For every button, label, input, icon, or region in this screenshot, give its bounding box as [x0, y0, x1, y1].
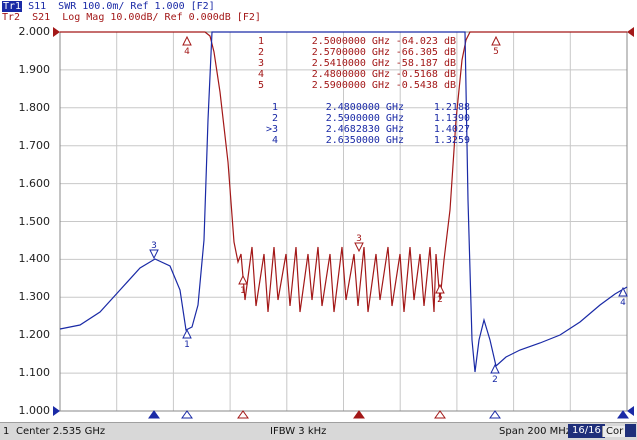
axis-marker-tick [617, 410, 629, 419]
marker-row: 2 2.5900000 GHz 1.1390 [258, 113, 470, 124]
span-value[interactable]: Span 200 MHz [499, 426, 571, 437]
marker-frequency: 2.5700000 GHz [311, 47, 390, 58]
axis-marker-tick [489, 410, 501, 419]
axis-marker-tick [353, 410, 365, 419]
marker-row: 2 2.5700000 GHz -66.305 dB [244, 47, 456, 58]
s11-marker-2-label: 2 [492, 375, 498, 385]
s21-marker-1-label: 1 [240, 286, 246, 296]
s21-marker-3-label: 3 [356, 234, 362, 244]
marker-value: 1.3259 [433, 135, 470, 146]
marker-number: 4 [271, 135, 278, 146]
axis-marker-tick [181, 410, 193, 419]
s11-ref-arrow-right [627, 406, 634, 416]
trace1-settings: S11 SWR 100.0m/ Ref 1.000 [F2] [22, 1, 215, 12]
axis-marker-tick [434, 410, 446, 419]
y-tick-label: 1.400 [18, 252, 51, 266]
s11-marker-2 [490, 363, 500, 374]
y-tick-label: 1.200 [18, 328, 51, 342]
vna-screen: 123412345 Tr1 S11 SWR 100.0m/ Ref 1.000 … [0, 0, 637, 440]
channel-number[interactable]: 1 [3, 426, 9, 437]
s11-marker-3 [149, 249, 159, 260]
marker-value: 1.2188 [433, 102, 470, 113]
s21-marker-table: 1 2.5000000 GHz -64.023 dB 2 2.5700000 GHz -6… [244, 36, 456, 91]
marker-value: 1.1390 [433, 113, 470, 124]
y-tick-label: 1.300 [18, 290, 51, 304]
marker-row: 4 2.6350000 GHz 1.3259 [258, 135, 470, 146]
s21-marker-5-label: 5 [493, 47, 499, 57]
s21-marker-3 [354, 242, 364, 253]
s21-ref-arrow [53, 27, 60, 37]
s21-marker-5 [491, 35, 501, 46]
marker-value: -0.5438 dB [395, 80, 456, 91]
y-tick-label: 2.000 [18, 25, 51, 38]
y-tick-label: 1.900 [18, 62, 51, 76]
marker-frequency: 2.4800000 GHz [311, 69, 390, 80]
marker-value: -0.5168 dB [395, 69, 456, 80]
y-tick-label: 1.600 [18, 176, 51, 190]
trace2-header[interactable]: Tr2 S21 Log Mag 10.00dB/ Ref 0.000dB [F2… [2, 12, 261, 23]
s11-ref-arrow [53, 406, 60, 416]
marker-frequency: 2.6350000 GHz [325, 135, 404, 146]
status-bar: 1 Center 2.535 GHz IFBW 3 kHz Span 200 M… [0, 422, 637, 440]
center-frequency[interactable]: Center 2.535 GHz [16, 426, 105, 437]
s21-marker-2 [435, 283, 445, 294]
marker-number: >3 [265, 124, 278, 135]
y-tick-label: 1.500 [18, 214, 51, 228]
s21-marker-1 [238, 274, 248, 285]
s21-ref-arrow-right [627, 27, 634, 37]
axis-marker-tick [148, 410, 160, 419]
menu-button[interactable] [625, 424, 636, 437]
s11-marker-table: 1 2.4800000 GHz 1.2188 2 2.5900000 GHz 1.1390… [258, 102, 470, 146]
s11-marker-4 [618, 286, 628, 297]
ifbw-value[interactable]: IFBW 3 kHz [270, 426, 326, 437]
s11-marker-1 [182, 328, 192, 339]
trace1-tag[interactable]: Tr1 [2, 1, 23, 12]
trace1-header[interactable]: Tr1 S11 SWR 100.0m/ Ref 1.000 [F2] [2, 1, 215, 12]
page-indicator[interactable]: 16/16 [568, 424, 605, 438]
marker-row: 3 2.5410000 GHz -58.187 dB [244, 58, 456, 69]
axis-marker-tick [237, 410, 249, 419]
marker-frequency: 2.5900000 GHz [325, 113, 404, 124]
y-tick-label: 1.800 [18, 100, 51, 114]
s21-marker-4 [182, 35, 192, 46]
s21-marker-2-label: 2 [437, 295, 443, 305]
marker-row: 5 2.5900000 GHz -0.5438 dB [244, 80, 456, 91]
marker-frequency: 2.5900000 GHz [311, 80, 390, 91]
marker-row: >3 2.4682830 GHz 1.4027 [258, 124, 470, 135]
marker-number: 3 [257, 58, 264, 69]
marker-number: 1 [257, 36, 264, 47]
marker-frequency: 2.5410000 GHz [311, 58, 390, 69]
s11-marker-1-label: 1 [184, 340, 190, 350]
marker-row: 1 2.5000000 GHz -64.023 dB [244, 36, 456, 47]
marker-frequency: 2.4682830 GHz [325, 124, 404, 135]
marker-row: 1 2.4800000 GHz 1.2188 [258, 102, 470, 113]
correction-status[interactable]: Cor [602, 426, 627, 437]
marker-row: 4 2.4800000 GHz -0.5168 dB [244, 69, 456, 80]
s11-marker-4-label: 4 [620, 298, 626, 308]
marker-number: 2 [271, 113, 278, 124]
y-tick-label: 1.700 [18, 138, 51, 152]
s21-marker-4-label: 4 [184, 47, 190, 57]
marker-number: 4 [257, 69, 264, 80]
y-tick-label: 1.100 [18, 366, 51, 380]
s11-marker-3-label: 3 [151, 241, 157, 251]
marker-frequency: 2.4800000 GHz [325, 102, 404, 113]
marker-number: 5 [257, 80, 264, 91]
marker-value: -66.305 dB [395, 47, 456, 58]
marker-value: -64.023 dB [395, 36, 456, 47]
marker-value: -58.187 dB [395, 58, 456, 69]
marker-frequency: 2.5000000 GHz [311, 36, 390, 47]
y-tick-label: 1.000 [18, 404, 51, 417]
marker-value: 1.4027 [433, 124, 470, 135]
marker-number: 1 [271, 102, 278, 113]
marker-number: 2 [257, 47, 264, 58]
